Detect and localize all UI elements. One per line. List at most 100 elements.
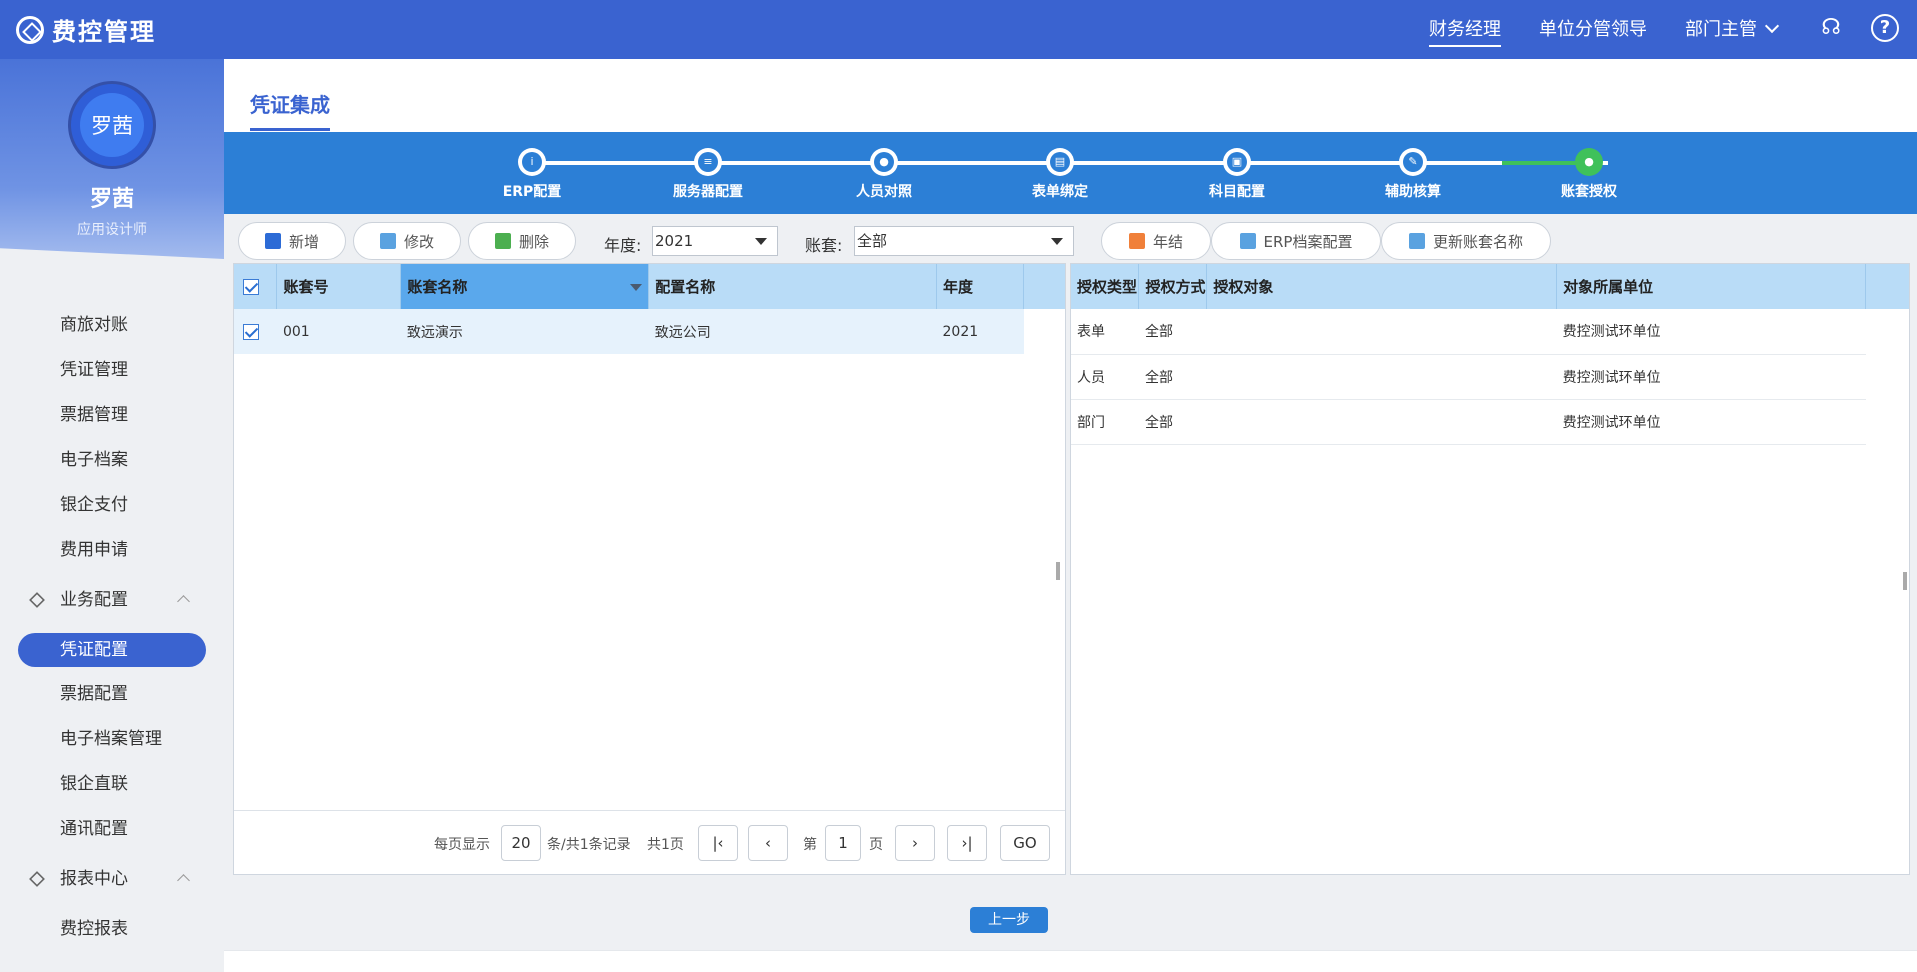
per-page-input[interactable]: 20: [501, 825, 541, 861]
chevron-down-icon[interactable]: [1764, 18, 1780, 34]
erp-archive-config-button[interactable]: ERP档案配置: [1211, 222, 1381, 260]
sidebar-item-expense-apply[interactable]: 费用申请: [0, 528, 224, 573]
step-subject-config[interactable]: ▣ 科目配置: [1177, 148, 1297, 201]
step-aux-accounting[interactable]: ✎ 辅助核算: [1353, 148, 1473, 201]
add-button[interactable]: 新增: [238, 222, 346, 260]
row-checkbox[interactable]: [243, 323, 259, 340]
table-row[interactable]: 001 致远演示 致远公司 2021: [234, 309, 1024, 354]
app-title: 费控管理: [52, 18, 156, 46]
per-page-label: 每页显示: [434, 837, 490, 853]
cell-auth-type: 表单: [1071, 309, 1139, 355]
last-page-button[interactable]: ›|: [947, 825, 987, 861]
book-label: 账套:: [805, 236, 843, 255]
page-input[interactable]: 1: [825, 825, 861, 861]
authorization-table: 授权类型 授权方式 授权对象 对象所属单位 表单 全部 费控测试环单位 人员 全…: [1071, 264, 1866, 445]
layers-icon: [29, 592, 45, 608]
sidebar-item-invoice-config[interactable]: 票据配置: [0, 672, 224, 717]
sidebar-item-voucher-config[interactable]: 凭证配置: [18, 633, 206, 667]
pagination: 每页显示 20 条/共1条记录 共1页 |‹ ‹ 第 1 页 › ›| GO: [234, 810, 1065, 874]
step-book-authorization[interactable]: ● 账套授权: [1529, 148, 1649, 201]
sidebar: 罗茜 罗茜 应用设计师 商旅对账 凭证管理 票据管理 电子档案 银企支付 费用申…: [0, 59, 224, 972]
cell-year: 2021: [936, 309, 1024, 354]
cell-auth-type: 人员: [1071, 354, 1139, 400]
sidebar-item-e-archive[interactable]: 电子档案: [0, 438, 224, 483]
group-label: 报表中心: [60, 869, 128, 889]
update-book-name-button[interactable]: 更新账套名称: [1381, 222, 1551, 260]
col-year[interactable]: 年度: [936, 264, 1024, 309]
sidebar-item-bank-link[interactable]: 银企直联: [0, 762, 224, 807]
table-row[interactable]: 人员 全部 费控测试环单位: [1071, 354, 1866, 400]
col-config-name[interactable]: 配置名称: [648, 264, 937, 309]
step-erp-config[interactable]: i ERP配置: [472, 148, 592, 201]
delete-button[interactable]: 删除: [468, 222, 576, 260]
select-all-checkbox[interactable]: [243, 279, 259, 295]
year-select[interactable]: 2021: [652, 226, 778, 256]
role-tab-dept-head[interactable]: 部门主管: [1685, 0, 1780, 59]
headset-icon[interactable]: ☊: [1817, 14, 1845, 42]
col-auth-type[interactable]: 授权类型: [1071, 264, 1140, 309]
table-row[interactable]: 表单 全部 费控测试环单位: [1071, 309, 1866, 355]
role-switcher: 财务经理 单位分管领导 部门主管: [1429, 0, 1780, 59]
cell-auth-mode: 全部: [1138, 309, 1207, 355]
column-resize-handle[interactable]: [1056, 562, 1060, 580]
avatar[interactable]: 罗茜: [68, 81, 156, 169]
edit-icon: [1239, 233, 1256, 249]
table-row[interactable]: 部门 全部 费控测试环单位: [1071, 399, 1866, 445]
next-page-button[interactable]: ›: [895, 825, 935, 861]
sidebar-group-report-center[interactable]: 报表中心: [0, 852, 224, 907]
cell-target-unit: 费控测试环单位: [1556, 354, 1866, 400]
step-form-binding[interactable]: ▤ 表单绑定: [1000, 148, 1120, 201]
go-button[interactable]: GO: [1000, 825, 1050, 861]
page-prefix: 第: [803, 837, 817, 853]
column-resize-handle[interactable]: [1903, 572, 1907, 590]
sidebar-group-business-config[interactable]: 业务配置: [0, 573, 224, 628]
header-filler: [1866, 264, 1909, 309]
year-close-button[interactable]: 年结: [1101, 222, 1211, 260]
step-person-mapping[interactable]: ● 人员对照: [824, 148, 944, 201]
col-book-code[interactable]: 账套号: [276, 264, 402, 309]
role-tab-finance-manager[interactable]: 财务经理: [1429, 0, 1501, 59]
logo-icon: [16, 15, 44, 44]
sidebar-item-bank-payment[interactable]: 银企支付: [0, 483, 224, 528]
book-table: 账套号 账套名称 配置名称 年度 001 致远演示 致远公司 2021: [234, 264, 1024, 354]
cell-auth-mode: 全部: [1138, 399, 1207, 445]
app-logo: 费控管理: [16, 12, 156, 47]
user-key-icon: ●: [1575, 148, 1603, 176]
year-end-icon: [1128, 233, 1145, 249]
nav-menu: 商旅对账 凭证管理 票据管理 电子档案 银企支付 费用申请 业务配置 凭证配置 …: [0, 303, 224, 952]
users-icon: ●: [870, 148, 898, 176]
sidebar-item-comm-config[interactable]: 通讯配置: [0, 807, 224, 852]
cell-auth-target: [1206, 309, 1557, 355]
sidebar-item-travel-reconcile[interactable]: 商旅对账: [0, 303, 224, 348]
cell-target-unit: 费控测试环单位: [1556, 309, 1866, 355]
prev-page-button[interactable]: ‹: [748, 825, 788, 861]
wizard-stepper: i ERP配置 ≡ 服务器配置 ● 人员对照 ▤ 表单绑定 ▣ 科目配置 ✎ 辅助核算 ● 账…: [224, 132, 1917, 214]
authorization-panel: 授权类型 授权方式 授权对象 对象所属单位 表单 全部 费控测试环单位 人员 全…: [1070, 263, 1910, 875]
col-target-unit[interactable]: 对象所属单位: [1556, 264, 1866, 309]
book-select[interactable]: 全部: [854, 226, 1074, 256]
cell-target-unit: 费控测试环单位: [1556, 399, 1866, 445]
sidebar-item-invoice-mgmt[interactable]: 票据管理: [0, 393, 224, 438]
tool-icon: ✎: [1399, 148, 1427, 176]
help-icon[interactable]: ?: [1871, 14, 1899, 42]
role-tab-unit-leader[interactable]: 单位分管领导: [1539, 0, 1647, 59]
col-auth-mode[interactable]: 授权方式: [1138, 264, 1208, 309]
step-server-config[interactable]: ≡ 服务器配置: [648, 148, 768, 201]
sidebar-item-expense-report[interactable]: 费控报表: [0, 907, 224, 952]
row-select-cell: [234, 309, 277, 354]
sidebar-item-voucher-mgmt[interactable]: 凭证管理: [0, 348, 224, 393]
edit-button[interactable]: 修改: [353, 222, 461, 260]
col-auth-target[interactable]: 授权对象: [1206, 264, 1558, 309]
table-header-row: 授权类型 授权方式 授权对象 对象所属单位: [1071, 264, 1866, 309]
cell-auth-target: [1206, 354, 1557, 400]
col-book-name[interactable]: 账套名称: [400, 264, 650, 309]
book-list-panel: 账套号 账套名称 配置名称 年度 001 致远演示 致远公司 2021 每页显示…: [233, 263, 1066, 875]
info-icon: i: [518, 148, 546, 176]
cell-config-name: 致远公司: [648, 309, 937, 354]
clipboard-icon: ▤: [1046, 148, 1074, 176]
sidebar-item-e-archive-mgmt[interactable]: 电子档案管理: [0, 717, 224, 762]
first-page-button[interactable]: |‹: [698, 825, 738, 861]
user-name: 罗茜: [89, 187, 134, 212]
previous-step-button[interactable]: 上一步: [970, 907, 1048, 933]
tab-voucher-integration[interactable]: 凭证集成: [250, 89, 330, 131]
